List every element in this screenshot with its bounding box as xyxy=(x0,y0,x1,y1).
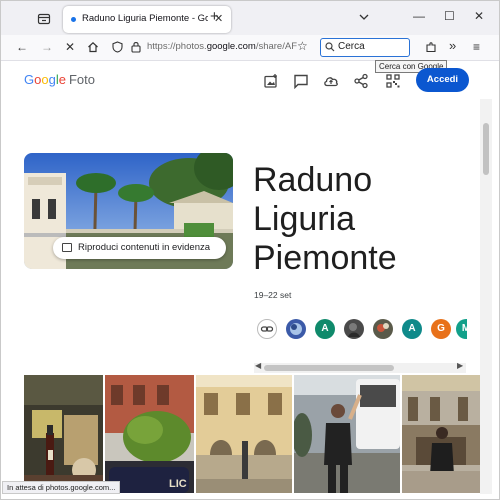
browser-window: Raduno Liguria Piemonte - Goo ✕ + — ☐ ✕ … xyxy=(0,0,500,500)
person-avatar[interactable] xyxy=(286,319,306,339)
scrollbar-thumb[interactable] xyxy=(264,365,394,371)
url-field[interactable]: https://photos.google.com/share/AF xyxy=(147,41,297,52)
album-title: Raduno Liguria Piemonte xyxy=(253,161,473,278)
copy-link-icon[interactable] xyxy=(257,319,277,339)
photo-thumbnail[interactable] xyxy=(24,375,103,493)
photo-thumbnail[interactable] xyxy=(402,375,480,493)
tab-title: Raduno Liguria Piemonte - Goo xyxy=(82,13,208,24)
new-tab-icon[interactable]: + xyxy=(210,9,219,24)
vertical-scrollbar[interactable] xyxy=(480,99,492,494)
scroll-left-icon[interactable]: ◀ xyxy=(255,361,261,370)
play-highlights-label: Riproduci contenuti in evidenza xyxy=(78,242,211,253)
back-icon[interactable]: ← xyxy=(16,39,28,55)
photo-thumbnail[interactable] xyxy=(196,375,292,493)
tab-active[interactable]: Raduno Liguria Piemonte - Goo ✕ xyxy=(63,6,231,33)
menu-icon[interactable]: ≡ xyxy=(473,39,480,55)
album-date: 19–22 set xyxy=(254,290,292,300)
stop-icon[interactable]: ✕ xyxy=(65,39,75,55)
person-avatar[interactable] xyxy=(344,319,364,339)
chevron-down-icon[interactable] xyxy=(358,11,370,23)
play-highlights-button[interactable]: Riproduci contenuti in evidenza xyxy=(53,237,226,259)
person-avatar[interactable]: A xyxy=(315,319,335,339)
google-photos-logo[interactable]: Google Foto xyxy=(24,72,95,87)
person-avatar[interactable]: A xyxy=(402,319,422,339)
search-value: Cerca xyxy=(338,41,365,52)
extensions-icon[interactable] xyxy=(425,41,437,53)
person-avatar[interactable]: M xyxy=(456,319,467,339)
photo-thumbnail[interactable]: LIC xyxy=(105,375,194,493)
comment-icon[interactable] xyxy=(293,73,309,89)
share-icon[interactable] xyxy=(353,73,369,89)
svg-text:LIC: LIC xyxy=(169,478,187,490)
search-icon xyxy=(325,42,335,52)
qr-code-icon[interactable] xyxy=(385,73,401,89)
photo-thumbnail[interactable] xyxy=(294,375,400,493)
logo-product: Foto xyxy=(68,72,95,87)
scroll-right-icon[interactable]: ▶ xyxy=(457,361,463,370)
video-icon xyxy=(62,243,72,252)
status-bar: In attesa di photos.google.com... xyxy=(2,481,121,494)
lock-icon[interactable] xyxy=(131,41,141,53)
horizontal-scrollbar[interactable]: ◀ ▶ xyxy=(254,361,466,373)
person-avatar[interactable] xyxy=(373,319,393,339)
close-window-icon[interactable]: ✕ xyxy=(474,9,484,23)
favicon-icon xyxy=(71,17,76,22)
maximize-icon[interactable]: ☐ xyxy=(444,9,455,23)
more-tools-icon[interactable]: » xyxy=(449,38,456,54)
album-title-line: Raduno xyxy=(253,161,373,199)
cloud-upload-icon[interactable] xyxy=(323,73,339,89)
home-icon[interactable] xyxy=(87,41,99,53)
album-title-line: Piemonte xyxy=(253,239,397,277)
bookmark-star-icon[interactable]: ☆ xyxy=(297,38,308,54)
search-input[interactable]: Cerca xyxy=(320,38,410,57)
minimize-icon[interactable]: — xyxy=(413,9,425,23)
forward-icon[interactable]: → xyxy=(41,39,53,55)
scrollbar-thumb[interactable] xyxy=(483,123,489,175)
album-title-line: Liguria xyxy=(253,200,356,238)
photo-grid: LIC xyxy=(24,375,480,493)
shield-icon[interactable] xyxy=(112,41,123,53)
people-row: A A G M xyxy=(257,319,467,341)
tab-list-icon[interactable] xyxy=(37,11,51,25)
tab-strip: Raduno Liguria Piemonte - Goo ✕ + — ☐ ✕ xyxy=(1,1,499,35)
signin-button[interactable]: Accedi xyxy=(416,68,469,92)
person-avatar[interactable]: G xyxy=(431,319,451,339)
navigation-bar: ← → ✕ https://photos.google.com/share/AF… xyxy=(1,35,499,61)
add-photo-icon[interactable] xyxy=(263,73,279,89)
